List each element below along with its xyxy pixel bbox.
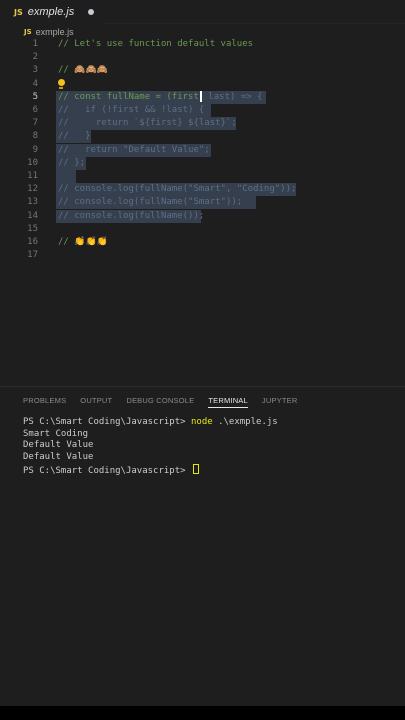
selection-highlight (56, 170, 76, 183)
code-text: // Let's use function default values (58, 39, 254, 49)
tab-jupyter[interactable]: JUPYTER (262, 396, 298, 408)
editor-tab-bar: JS exmple.js (0, 0, 405, 24)
code-line[interactable]: 11 (0, 170, 405, 183)
line-number: 17 (27, 250, 38, 261)
code-text-before-cursor: // const fullName = (first (58, 91, 199, 102)
code-line[interactable]: 12 // console.log(fullName("Smart", "Codi… (0, 183, 405, 197)
code-text: // return `${first} ${last}`; (58, 118, 237, 129)
code-text: // }; (58, 157, 86, 168)
code-text: // console.log(fullName()); (58, 210, 205, 221)
code-line[interactable]: 2 (0, 51, 405, 64)
terminal-cursor (192, 463, 199, 474)
code-line[interactable]: 7 // return `${first} ${last}`; (0, 117, 405, 131)
line-number: 10 (27, 157, 38, 168)
code-line[interactable]: 1 // Let's use function default values (0, 38, 405, 51)
line-number: 13 (27, 197, 38, 208)
text-cursor (199, 90, 202, 102)
unsaved-dot-icon[interactable] (88, 9, 95, 15)
line-number: 6 (32, 105, 38, 115)
code-text: // 🙈🙈🙈 (58, 65, 108, 76)
line-number: 4 (32, 78, 38, 89)
javascript-file-icon: JS (24, 28, 32, 36)
line-number: 8 (32, 131, 38, 142)
terminal-prompt: PS C:\Smart Coding\Javascript> (23, 465, 191, 476)
code-line[interactable]: 4 (0, 78, 405, 91)
line-number: 2 (32, 52, 38, 63)
code-line[interactable]: 16 // 👏👏👏 (0, 236, 405, 249)
javascript-file-icon: JS (14, 7, 23, 17)
breadcrumb-filename[interactable]: exmple.js (36, 27, 74, 37)
code-line[interactable]: 17 (0, 249, 405, 262)
line-number: 7 (32, 118, 38, 129)
terminal-command: node (190, 417, 213, 427)
line-number: 1 (32, 39, 38, 49)
code-line[interactable]: 6 // if (!first && !last) { (0, 104, 405, 117)
tab-exmple-js[interactable]: JS exmple.js (0, 0, 105, 24)
breadcrumb[interactable]: JS exmple.js (24, 25, 74, 39)
line-number: 16 (27, 237, 38, 247)
tab-problems[interactable]: PROBLEMS (23, 396, 66, 408)
terminal-prompt-line: PS C:\Smart Coding\Javascript> (23, 463, 278, 478)
bottom-strip (0, 706, 405, 720)
line-number: 14 (27, 210, 38, 221)
tab-output[interactable]: OUTPUT (80, 396, 112, 408)
code-line[interactable]: 15 (0, 223, 405, 236)
line-number: 3 (32, 65, 38, 76)
code-text: // console.log(fullName("Smart", "Coding… (58, 184, 297, 195)
line-number: 9 (32, 144, 38, 155)
code-text: // return "Default Value"; (58, 144, 210, 155)
code-line[interactable]: 8 // } (0, 130, 405, 144)
terminal-output-line: Default Value (23, 440, 94, 451)
code-text: // console.log(fullName("Smart")); (58, 197, 243, 208)
code-text-after-cursor: last) => { (202, 91, 263, 102)
tab-terminal[interactable]: TERMINAL (208, 396, 248, 408)
code-line[interactable]: 5 // const fullName = (first last) => { (0, 90, 405, 104)
line-number: 5 (32, 91, 38, 102)
code-line[interactable]: 10 // }; (0, 156, 405, 170)
code-text: // if (!first && !last) { (58, 105, 205, 115)
code-text: // const fullName = (first last) => { (58, 90, 263, 104)
terminal-args: .\exmple.js (212, 417, 278, 427)
terminal-command-line: PS C:\Smart Coding\Javascript> node .\ex… (23, 417, 278, 429)
code-line[interactable]: 13 // console.log(fullName("Smart")); (0, 196, 405, 210)
line-number: 11 (27, 171, 38, 181)
code-line[interactable]: 3 // 🙈🙈🙈 (0, 64, 405, 77)
terminal-output-line: Default Value (23, 452, 94, 463)
code-text: // } (58, 131, 91, 142)
code-line[interactable]: 14 // console.log(fullName()); (0, 209, 405, 223)
tab-debug-console[interactable]: DEBUG CONSOLE (126, 396, 194, 408)
lightbulb-icon[interactable] (57, 78, 65, 89)
panel-tabs: PROBLEMS OUTPUT DEBUG CONSOLE TERMINAL J… (23, 396, 311, 408)
terminal[interactable]: PS C:\Smart Coding\Javascript> node .\ex… (23, 417, 278, 478)
code-line[interactable]: 9 // return "Default Value"; (0, 143, 405, 157)
terminal-prompt: PS C:\Smart Coding\Javascript> (23, 417, 191, 427)
line-number: 15 (27, 223, 38, 234)
tab-filename: exmple.js (27, 6, 75, 18)
code-text: // 👏👏👏 (58, 237, 108, 247)
line-number: 12 (27, 184, 38, 195)
code-editor[interactable]: 1 // Let's use function default values 2 3 /… (0, 38, 405, 378)
terminal-output-line: Smart Coding (23, 428, 89, 439)
bottom-panel: PROBLEMS OUTPUT DEBUG CONSOLE TERMINAL J… (0, 386, 405, 706)
